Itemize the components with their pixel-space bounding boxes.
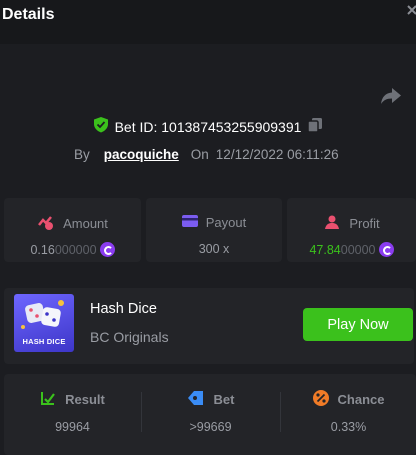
- profit-value-trailing: 00000: [340, 242, 376, 257]
- bet-label: Bet: [213, 392, 235, 407]
- close-icon[interactable]: [406, 2, 416, 20]
- bc-coin-icon: [378, 242, 394, 257]
- profit-icon: [323, 214, 341, 233]
- bet-value: >99669: [189, 420, 232, 434]
- game-thumbnail[interactable]: HASH DICE: [14, 294, 74, 352]
- result-column: Result 99964: [4, 374, 141, 455]
- copy-icon[interactable]: [307, 117, 323, 138]
- modal-title: Details: [2, 6, 55, 23]
- on-label: On: [190, 146, 209, 162]
- bet-id-row: Bet ID: 101387453255909391: [0, 116, 416, 138]
- payout-card: Payout 300 x: [146, 198, 282, 262]
- results-card: Result 99964 Bet >99669 Chance 0.33%: [4, 374, 416, 455]
- amount-icon: [37, 214, 55, 233]
- payout-value: 300 x: [198, 242, 230, 256]
- amount-card: Amount 0.16 000000: [4, 198, 141, 262]
- result-check-icon: [40, 390, 56, 409]
- bet-meta-row: By pacoquiche On 12/12/2022 06:11:26: [74, 144, 339, 164]
- chance-percent-icon: [312, 390, 329, 409]
- game-provider: BC Originals: [90, 329, 169, 345]
- chance-label: Chance: [337, 392, 385, 407]
- verified-shield-icon: [93, 116, 109, 138]
- amount-value-trailing: 000000: [54, 242, 97, 257]
- chance-column: Chance 0.33%: [281, 374, 416, 455]
- game-name: Hash Dice: [90, 301, 157, 317]
- result-label: Result: [65, 392, 105, 407]
- game-card: HASH DICE Hash Dice BC Originals Play No…: [4, 288, 414, 364]
- by-label: By: [74, 146, 90, 162]
- profit-value: 47.84: [309, 242, 341, 257]
- bet-tag-icon: [187, 390, 205, 409]
- amount-label: Amount: [63, 216, 108, 231]
- bet-date: 12/12/2022 06:11:26: [215, 146, 339, 162]
- profit-label: Profit: [349, 216, 380, 231]
- share-icon[interactable]: [380, 86, 402, 106]
- game-thumbnail-label: HASH DICE: [22, 337, 66, 346]
- play-now-button[interactable]: Play Now: [303, 308, 413, 341]
- bet-column: Bet >99669: [142, 374, 279, 455]
- chance-value: 0.33%: [330, 420, 367, 434]
- result-value: 99964: [55, 420, 90, 434]
- payout-icon: [181, 214, 198, 231]
- payout-label: Payout: [205, 215, 247, 230]
- profit-card: Profit 47.84 00000: [287, 198, 416, 262]
- amount-value: 0.16: [30, 242, 55, 257]
- bet-id: Bet ID: 101387453255909391: [114, 119, 302, 135]
- bc-coin-icon: [99, 242, 115, 257]
- modal-header: Details: [0, 0, 416, 44]
- username-link[interactable]: pacoquiche: [104, 147, 179, 162]
